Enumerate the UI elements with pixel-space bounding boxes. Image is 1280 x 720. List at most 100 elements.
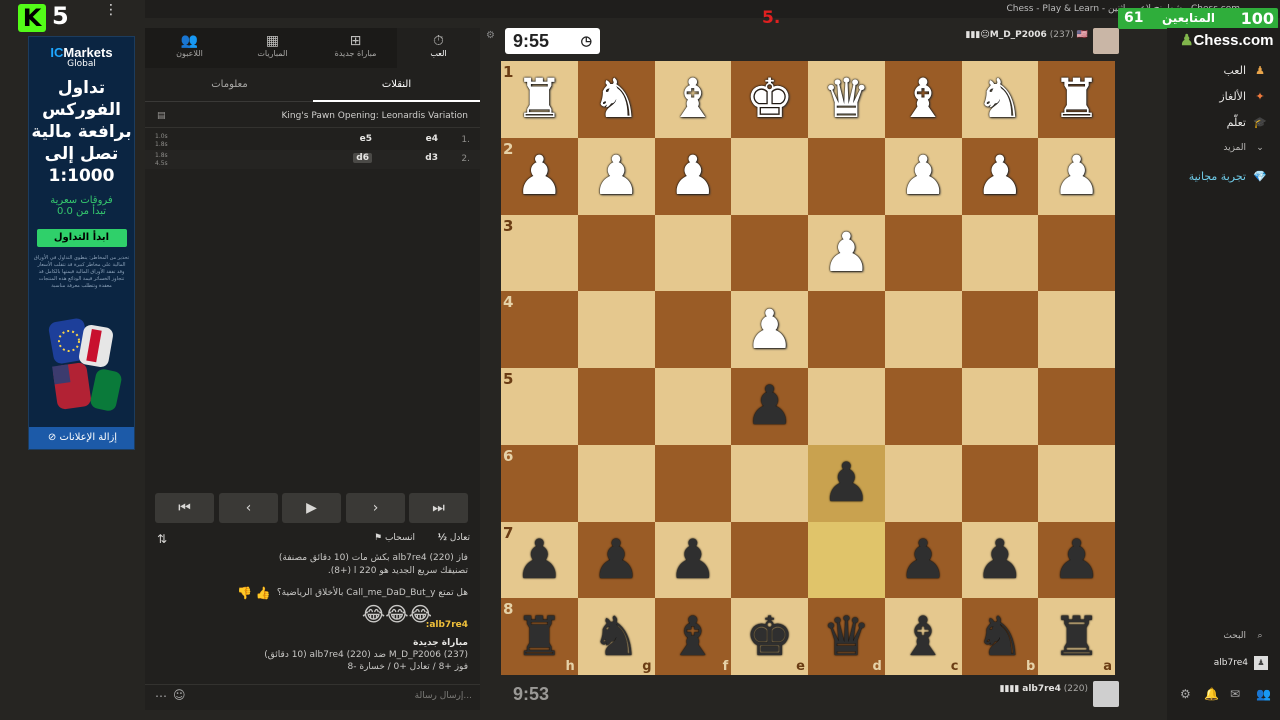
board-square[interactable] xyxy=(808,137,885,215)
board-square[interactable]: ♜ xyxy=(1038,61,1115,138)
board-square[interactable]: ♟ xyxy=(731,368,808,445)
prev-move-button[interactable]: ‹ xyxy=(219,493,278,523)
ad-banner[interactable]: ICMarkets Global تداول الفوركس برافعة ما… xyxy=(28,36,135,450)
move-white[interactable]: e4 xyxy=(426,134,438,144)
black-pawn-piece[interactable]: ♟ xyxy=(1052,532,1100,587)
board-square[interactable]: ♞ xyxy=(961,61,1039,138)
white-knight-piece[interactable]: ♞ xyxy=(976,72,1024,126)
black-pawn-piece[interactable]: ♟ xyxy=(592,532,640,587)
board-square[interactable]: ♟ xyxy=(961,137,1039,215)
board-square[interactable]: ♟ xyxy=(1038,521,1115,599)
white-pawn-piece[interactable]: ♟ xyxy=(669,149,717,203)
nav-puzzles[interactable]: ✦الألغاز xyxy=(1219,90,1268,103)
board-square[interactable]: ♛ xyxy=(808,61,885,138)
black-bishop-piece[interactable]: ♝ xyxy=(669,609,717,664)
board-square[interactable]: a ♜ xyxy=(1038,598,1115,675)
board-square[interactable]: ♟ xyxy=(577,137,655,215)
board-square[interactable]: d ♛ xyxy=(808,598,885,675)
settings-gear-icon[interactable]: ⚙ xyxy=(486,30,495,41)
board-square[interactable] xyxy=(884,368,962,445)
white-king-piece[interactable]: ♚ xyxy=(745,72,793,126)
board-square[interactable] xyxy=(577,368,655,445)
chess-board[interactable]: 1 ♜ ♞ ♝ ♚ ♛ ♝ ♞ ♜ 2 ♟ ♟ ♟ ♟ ♟ ♟ 3 ♟ 4 ♟ 5 ♟ 6 ♟ 7 ♟ ♟ ♟ ♟ ♟ ♟ 8 h ♜ g ♞ f ♝ e ♚… xyxy=(501,61,1115,675)
board-square[interactable]: ♟ xyxy=(654,137,732,215)
play-button[interactable]: ▶ xyxy=(282,493,341,523)
search-button[interactable]: ⌕البحث xyxy=(1223,631,1268,641)
remove-ads-button[interactable]: ⊘ إزالة الإعلانات xyxy=(29,427,134,449)
chat-user[interactable]: alb7re4: xyxy=(426,620,468,630)
chat-input[interactable]: إرسال رسالة... ⋯ ☺ xyxy=(145,684,480,708)
player-avatar[interactable] xyxy=(1093,681,1119,707)
board-square[interactable]: ♚ xyxy=(731,61,808,138)
board-square[interactable] xyxy=(1038,368,1115,445)
nav-free-trial[interactable]: 💎تجربة مجانية xyxy=(1189,170,1268,183)
white-pawn-piece[interactable]: ♟ xyxy=(515,149,563,203)
white-pawn-piece[interactable]: ♟ xyxy=(976,149,1024,203)
black-bishop-piece[interactable]: ♝ xyxy=(899,609,947,664)
move-black[interactable]: d6 xyxy=(353,153,372,163)
vote-buttons[interactable]: 👎 👍 xyxy=(237,586,271,600)
messages-icon[interactable]: ✉ xyxy=(1230,687,1240,701)
board-square[interactable]: ♝ xyxy=(654,61,732,138)
board-square[interactable]: g ♞ xyxy=(577,598,655,675)
black-king-piece[interactable]: ♚ xyxy=(745,609,793,664)
white-queen-piece[interactable]: ♛ xyxy=(822,72,870,126)
board-square[interactable]: c ♝ xyxy=(884,598,962,675)
tab-games[interactable]: ▦ المباريات xyxy=(231,28,314,68)
board-square[interactable]: ♝ xyxy=(884,61,962,138)
black-pawn-piece[interactable]: ♟ xyxy=(822,456,870,510)
board-square[interactable] xyxy=(961,368,1039,445)
subtab-info[interactable]: معلومات xyxy=(146,68,313,102)
board-square[interactable]: 6 xyxy=(501,444,578,522)
board-square[interactable] xyxy=(884,444,962,522)
more-menu-icon[interactable]: ⋮ xyxy=(104,2,118,18)
board-square[interactable]: 3 xyxy=(501,214,578,292)
more-options-icon[interactable]: ⋯ xyxy=(155,689,167,703)
board-square[interactable] xyxy=(808,521,885,599)
first-move-button[interactable]: ⏮ xyxy=(155,493,214,523)
black-pawn-piece[interactable]: ♟ xyxy=(669,532,717,587)
tab-new-game[interactable]: ⊞ مباراة جديدة xyxy=(314,28,397,68)
tab-players[interactable]: 👥 اللاعبون xyxy=(148,28,231,68)
ad-cta-button[interactable]: ابدأ التداول xyxy=(36,229,127,247)
board-square[interactable]: 8 h ♜ xyxy=(501,598,578,675)
board-square[interactable]: ♟ xyxy=(654,521,732,599)
board-square[interactable]: ♟ xyxy=(884,137,962,215)
black-rook-piece[interactable]: ♜ xyxy=(1052,609,1100,664)
black-pawn-piece[interactable]: ♟ xyxy=(515,532,563,587)
white-bishop-piece[interactable]: ♝ xyxy=(899,72,947,126)
white-rook-piece[interactable]: ♜ xyxy=(1052,72,1100,126)
draw-button[interactable]: ½ تعادل xyxy=(438,533,470,543)
settings-icon[interactable]: ⚙ xyxy=(1180,687,1191,701)
board-square[interactable] xyxy=(1038,291,1115,368)
board-square[interactable] xyxy=(1038,444,1115,522)
nav-play[interactable]: ♟العب xyxy=(1223,64,1268,77)
board-square[interactable] xyxy=(731,521,808,599)
board-square[interactable] xyxy=(961,291,1039,368)
board-square[interactable]: 4 xyxy=(501,291,578,368)
board-square[interactable] xyxy=(577,291,655,368)
board-square[interactable]: ♟ xyxy=(961,521,1039,599)
white-pawn-piece[interactable]: ♟ xyxy=(899,149,947,203)
last-move-button[interactable]: ⏭ xyxy=(409,493,468,523)
white-pawn-piece[interactable]: ♟ xyxy=(822,225,870,280)
board-square[interactable]: 5 xyxy=(501,368,578,445)
board-square[interactable]: f ♝ xyxy=(654,598,732,675)
black-pawn-piece[interactable]: ♟ xyxy=(976,532,1024,587)
board-square[interactable] xyxy=(961,444,1039,522)
board-square[interactable]: e ♚ xyxy=(731,598,808,675)
subtab-moves[interactable]: النقلات xyxy=(313,68,480,102)
board-square[interactable]: 2 ♟ xyxy=(501,137,578,215)
black-pawn-piece[interactable]: ♟ xyxy=(745,379,793,433)
board-square[interactable]: 7 ♟ xyxy=(501,521,578,599)
board-square[interactable]: ♟ xyxy=(731,291,808,368)
board-square[interactable] xyxy=(731,214,808,292)
board-square[interactable]: ♟ xyxy=(808,444,885,522)
white-rook-piece[interactable]: ♜ xyxy=(515,72,563,126)
book-icon[interactable]: ▤ xyxy=(157,111,166,121)
board-square[interactable] xyxy=(654,368,732,445)
white-pawn-piece[interactable]: ♟ xyxy=(1052,149,1100,203)
nav-more[interactable]: ⌄المزيد xyxy=(1223,143,1268,153)
board-square[interactable]: ♟ xyxy=(884,521,962,599)
board-square[interactable]: ♟ xyxy=(1038,137,1115,215)
